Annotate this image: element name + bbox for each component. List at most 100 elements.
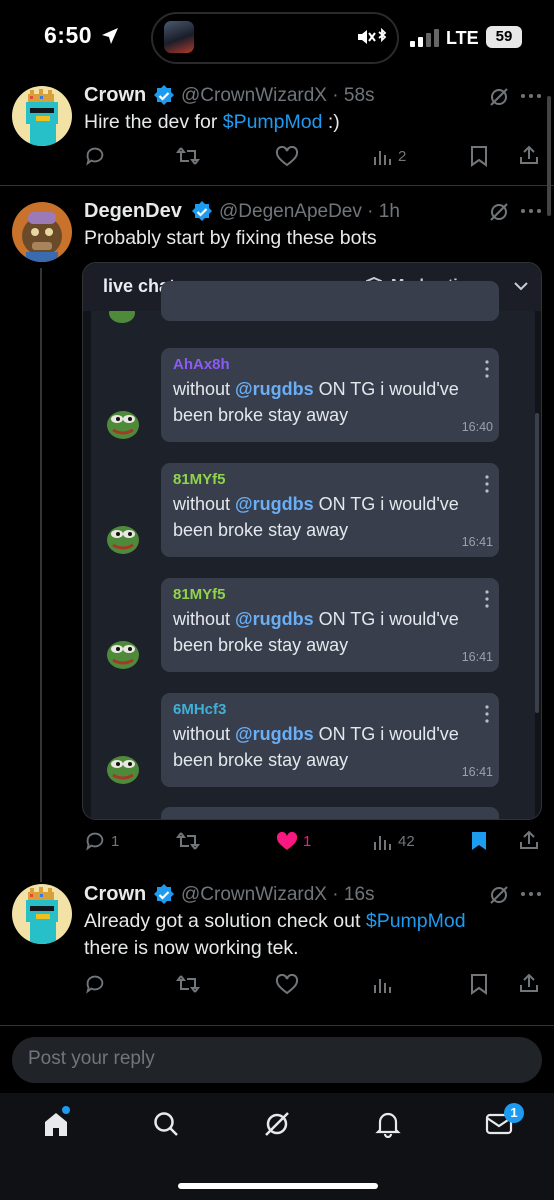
- like-icon[interactable]: [275, 974, 299, 995]
- chat-username[interactable]: 81MYf5: [173, 586, 226, 603]
- reply-input[interactable]: Post your reply: [12, 1037, 542, 1083]
- mention-link[interactable]: @rugdbs: [235, 724, 314, 744]
- reply-icon[interactable]: [84, 145, 106, 167]
- grok-tab-icon[interactable]: [263, 1110, 291, 1138]
- verified-badge-icon: [192, 201, 212, 221]
- retweet-icon[interactable]: [176, 145, 200, 167]
- pepe-avatar-icon: [107, 526, 139, 554]
- pixel-crown-avatar-icon: [26, 89, 58, 146]
- bookmark-icon[interactable]: [469, 145, 489, 167]
- grok-icon[interactable]: [488, 201, 510, 223]
- cashtag-link[interactable]: $PumpMod: [223, 111, 323, 133]
- share-icon[interactable]: [518, 972, 540, 994]
- pepe-avatar-icon: [107, 411, 139, 439]
- views-count: 2: [398, 148, 407, 165]
- retweet-icon[interactable]: [176, 830, 200, 852]
- tweet-text-part: Already got a solution check out: [84, 910, 366, 932]
- ape-avatar-icon: [22, 212, 62, 262]
- retweet-icon[interactable]: [176, 973, 200, 995]
- views-icon[interactable]: [373, 147, 393, 167]
- author-handle[interactable]: @DegenApeDev · 1h: [219, 201, 400, 223]
- chat-bubble-partial: [161, 807, 499, 819]
- avatar[interactable]: [12, 884, 72, 944]
- message-text-part: been broke stay away: [173, 750, 349, 770]
- author-handle[interactable]: @CrownWizardX · 16s: [181, 884, 375, 906]
- cashtag-link[interactable]: $PumpMod: [366, 910, 466, 932]
- chat-bubble[interactable]: 81MYf5 without @rugdbs ON TG i would've b…: [161, 463, 499, 557]
- more-options-icon[interactable]: [520, 92, 542, 100]
- chat-timestamp: 16:41: [461, 765, 493, 779]
- share-icon[interactable]: [518, 829, 540, 851]
- pepe-avatar-icon: [109, 311, 135, 323]
- message-text-part: been broke stay away: [173, 520, 349, 540]
- grok-icon[interactable]: [488, 86, 510, 108]
- chat-message-text: without @rugdbs ON TG i would've been bro…: [173, 721, 489, 773]
- message-text-part: ON TG i would've: [313, 609, 459, 629]
- chat-username[interactable]: 81MYf5: [173, 471, 226, 488]
- tweet-text: Probably start by fixing these bots: [84, 227, 377, 249]
- notifications-bell-icon[interactable]: [374, 1110, 402, 1138]
- pepe-avatar-icon: [107, 641, 139, 669]
- tweet-divider: [0, 185, 554, 186]
- reply-placeholder: Post your reply: [28, 1048, 155, 1069]
- mute-bluetooth-icon: [358, 27, 387, 44]
- tweet-age: 58s: [343, 85, 375, 106]
- message-text-part: been broke stay away: [173, 405, 349, 425]
- chat-scrollbar[interactable]: [535, 413, 539, 713]
- share-icon[interactable]: [518, 144, 540, 166]
- tweet-text: Hire the dev for $PumpMod :): [84, 109, 340, 136]
- location-arrow-icon: [102, 28, 118, 44]
- chat-message-text: without @rugdbs ON TG i would've been bro…: [173, 376, 489, 428]
- bookmarked-icon[interactable]: [469, 830, 489, 852]
- avatar[interactable]: [12, 202, 72, 262]
- chat-bubble[interactable]: 81MYf5 without @rugdbs ON TG i would've b…: [161, 578, 499, 672]
- tweet-age: 1h: [378, 201, 400, 222]
- message-text-part: ON TG i would've: [313, 494, 459, 514]
- grok-icon[interactable]: [488, 884, 510, 906]
- more-options-icon[interactable]: [520, 207, 542, 215]
- reply-icon[interactable]: [84, 830, 106, 852]
- chat-message-text: without @rugdbs ON TG i would've been bro…: [173, 606, 489, 658]
- tweet-age: 16s: [343, 884, 375, 905]
- reply-icon[interactable]: [84, 973, 106, 995]
- live-chat-screenshot[interactable]: live chat Moderation AhAx8h without @rug…: [82, 262, 542, 820]
- chat-bubble[interactable]: 6MHcf3 without @rugdbs ON TG i would've b…: [161, 693, 499, 787]
- chat-timestamp: 16:41: [461, 535, 493, 549]
- views-icon[interactable]: [373, 832, 393, 852]
- views-icon[interactable]: [373, 975, 393, 995]
- avatar[interactable]: [12, 86, 72, 146]
- status-time: 6:50: [44, 22, 93, 48]
- chat-username[interactable]: AhAx8h: [173, 356, 230, 373]
- tweet-text-part: :): [322, 111, 340, 133]
- message-text-part: without: [173, 724, 236, 744]
- handle-text: @DegenApeDev: [219, 201, 362, 222]
- mention-link[interactable]: @rugdbs: [235, 609, 314, 629]
- bookmark-icon[interactable]: [469, 973, 489, 995]
- mention-link[interactable]: @rugdbs: [235, 494, 314, 514]
- more-options-icon[interactable]: [520, 890, 542, 898]
- message-text-part: ON TG i would've: [313, 379, 459, 399]
- message-text-part: without: [173, 494, 236, 514]
- signal-icon: [410, 29, 439, 47]
- search-icon[interactable]: [152, 1110, 180, 1138]
- like-icon[interactable]: [275, 146, 299, 167]
- liked-heart-icon[interactable]: [275, 831, 299, 852]
- mention-link[interactable]: @rugdbs: [235, 379, 314, 399]
- author-name[interactable]: DegenDev: [84, 200, 182, 223]
- verified-badge-icon: [154, 85, 174, 105]
- author-handle[interactable]: @CrownWizardX · 58s: [181, 85, 375, 107]
- home-icon[interactable]: [42, 1110, 70, 1138]
- chat-username[interactable]: 6MHcf3: [173, 701, 226, 718]
- author-name[interactable]: Crown: [84, 84, 146, 107]
- reply-count: 1: [111, 833, 120, 850]
- chevron-down-icon[interactable]: [513, 280, 529, 292]
- chat-timestamp: 16:40: [461, 420, 493, 434]
- chat-message-list[interactable]: AhAx8h without @rugdbs ON TG i would've b…: [91, 281, 535, 819]
- views-count: 42: [398, 833, 415, 850]
- chat-timestamp: 16:41: [461, 650, 493, 664]
- like-count: 1: [303, 833, 312, 850]
- page-scrollbar[interactable]: [547, 96, 551, 216]
- chat-bubble[interactable]: AhAx8h without @rugdbs ON TG i would've b…: [161, 348, 499, 442]
- home-indicator[interactable]: [178, 1183, 378, 1189]
- author-name[interactable]: Crown: [84, 883, 146, 906]
